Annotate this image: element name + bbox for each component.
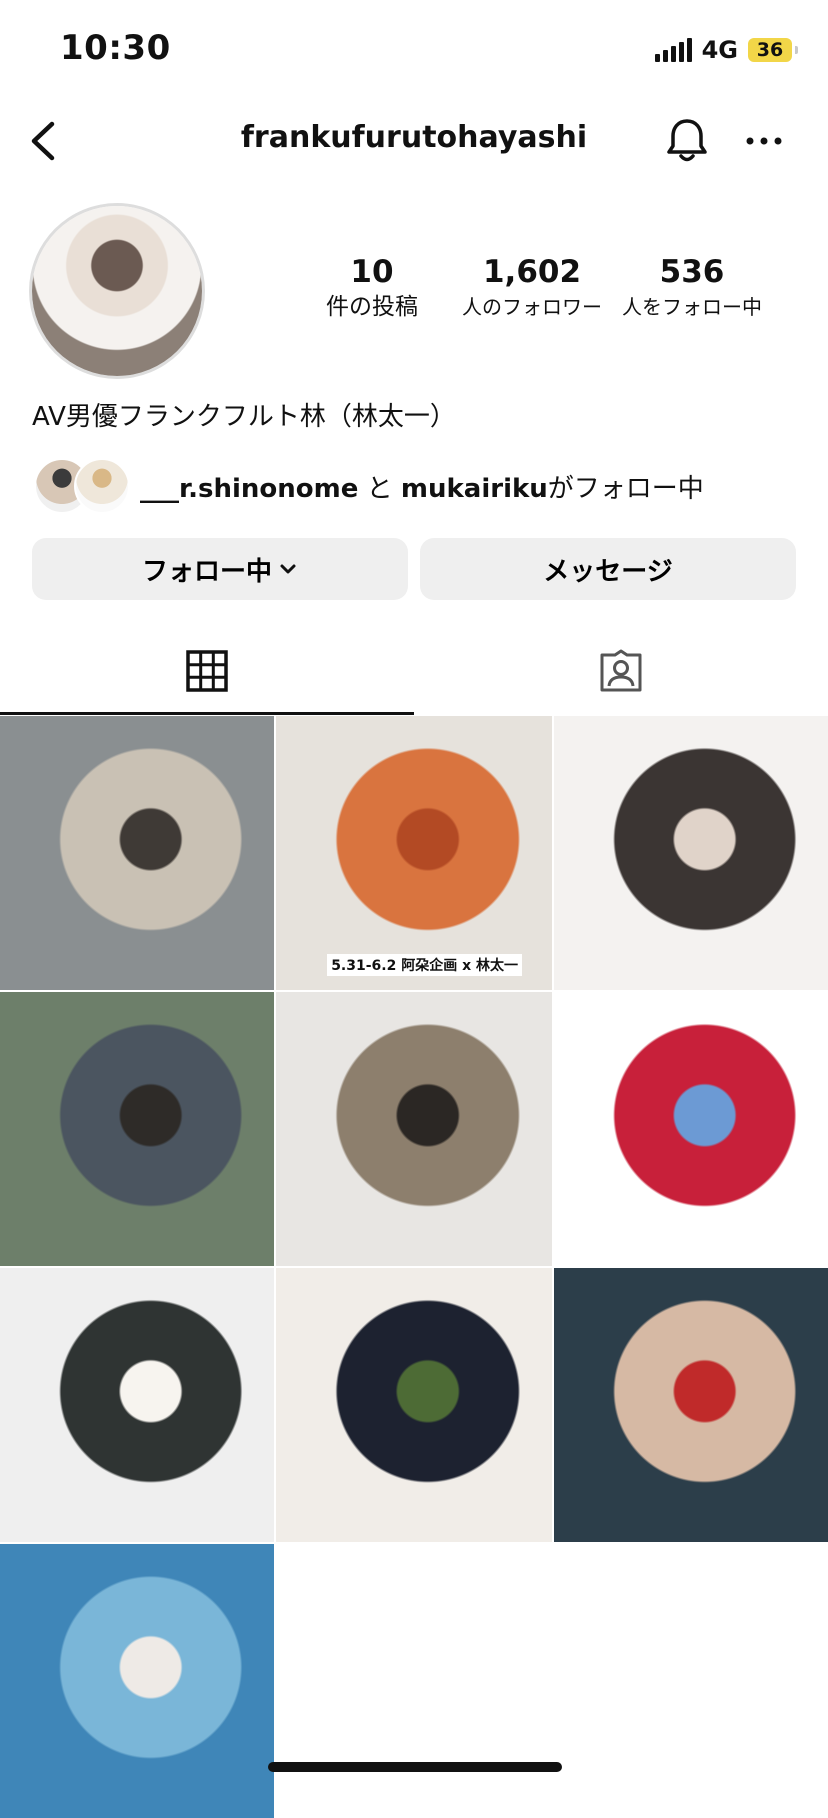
mutual-user-1[interactable]: ___r.shinonome bbox=[140, 474, 358, 504]
mutual-joiner: と bbox=[366, 473, 393, 504]
stat-followers-value: 1,602 bbox=[482, 254, 582, 290]
chevron-down-icon bbox=[280, 564, 296, 574]
stat-following-label: 人をフォロー中 bbox=[622, 295, 762, 319]
profile-avatar[interactable] bbox=[32, 206, 202, 376]
message-button-label: メッセージ bbox=[543, 555, 673, 586]
post-thumbnail[interactable] bbox=[554, 992, 828, 1266]
stat-posts-label: 件の投稿 bbox=[326, 294, 418, 320]
post-thumbnail[interactable] bbox=[276, 992, 552, 1266]
network-type: 4G bbox=[701, 36, 738, 64]
stat-following[interactable]: 536 人をフォロー中 bbox=[612, 254, 772, 324]
mutual-user-2[interactable]: mukairiku bbox=[401, 474, 548, 504]
stat-following-value: 536 bbox=[659, 254, 725, 290]
grid-icon bbox=[186, 650, 228, 692]
post-thumbnail[interactable] bbox=[0, 1268, 274, 1542]
status-icons: 4G 36 bbox=[654, 36, 798, 64]
post-thumbnail[interactable] bbox=[276, 1268, 552, 1542]
post-caption: 5.31-6.2 阿朶企画 x 林太一 bbox=[327, 954, 522, 976]
stat-posts-value: 10 bbox=[350, 254, 394, 290]
mutual-followers[interactable]: ___r.shinonome と mukairikuがフォロー中 bbox=[34, 458, 704, 514]
post-thumbnail[interactable]: 5.31-6.2 阿朶企画 x 林太一 bbox=[276, 716, 552, 990]
post-thumbnail[interactable] bbox=[554, 716, 828, 990]
status-time: 10:30 bbox=[60, 28, 171, 68]
stat-followers-label: 人のフォロワー bbox=[462, 295, 602, 319]
bell-icon[interactable] bbox=[664, 116, 710, 164]
mutual-avatar-2 bbox=[74, 458, 130, 514]
mutual-text: ___r.shinonome と mukairikuがフォロー中 bbox=[140, 468, 704, 505]
posts-grid: 5.31-6.2 阿朶企画 x 林太一 bbox=[0, 716, 828, 1818]
message-button[interactable]: メッセージ bbox=[420, 538, 796, 600]
battery-icon: 36 bbox=[748, 38, 798, 62]
tab-posts-grid[interactable] bbox=[0, 630, 414, 715]
post-thumbnail[interactable] bbox=[0, 1544, 274, 1818]
tagged-person-icon bbox=[600, 649, 642, 692]
following-button-label: フォロー中 bbox=[141, 555, 272, 586]
post-thumbnail[interactable] bbox=[554, 1268, 828, 1542]
home-indicator bbox=[268, 1762, 562, 1772]
post-thumbnail[interactable] bbox=[0, 716, 274, 990]
mutual-suffix: がフォロー中 bbox=[547, 473, 704, 504]
stat-posts[interactable]: 10 件の投稿 bbox=[292, 254, 452, 324]
profile-bio: AV男優フランクフルト林（林太一） bbox=[32, 402, 456, 432]
stat-followers[interactable]: 1,602 人のフォロワー bbox=[452, 254, 612, 324]
post-thumbnail[interactable] bbox=[0, 992, 274, 1266]
signal-icon bbox=[654, 38, 692, 62]
more-options-icon[interactable] bbox=[744, 126, 784, 156]
mutual-avatars bbox=[34, 458, 130, 514]
tab-tagged[interactable] bbox=[414, 630, 828, 712]
following-button[interactable]: フォロー中 bbox=[32, 538, 408, 600]
